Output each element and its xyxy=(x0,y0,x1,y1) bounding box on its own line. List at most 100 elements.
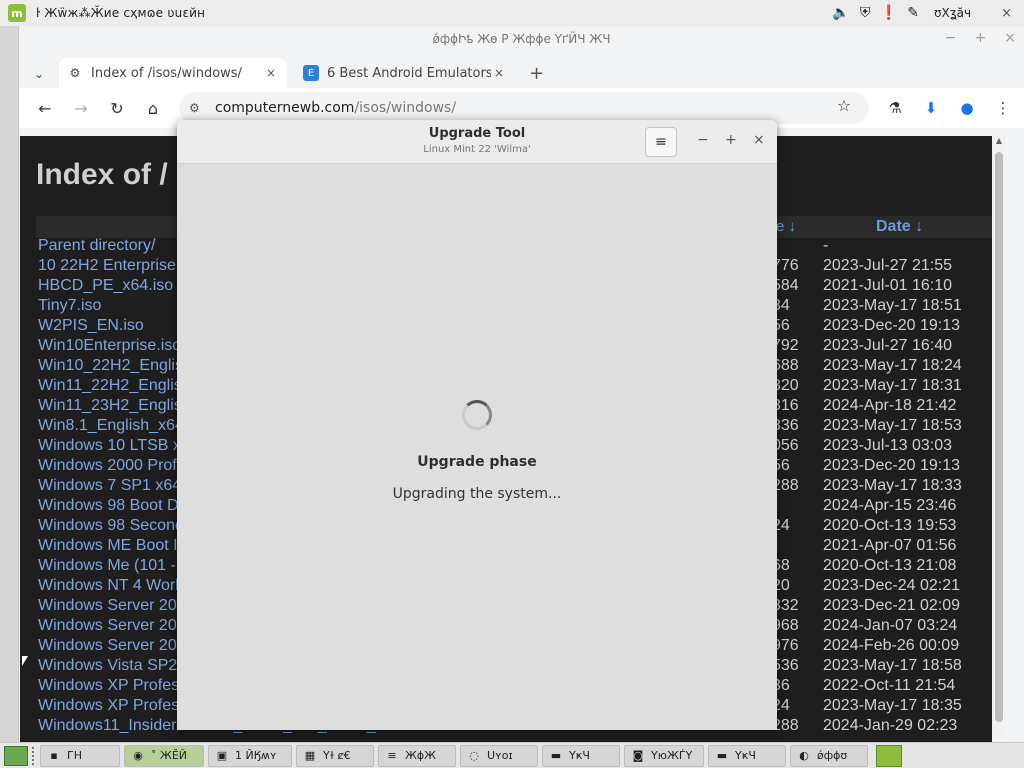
file-link[interactable]: Windows NT 4 Work xyxy=(38,577,183,595)
tab-close-icon[interactable]: × xyxy=(491,66,507,80)
taskbar-task[interactable]: ◉ ˚ ЖӖЙ xyxy=(124,744,204,767)
upgrade-tool-dialog: Upgrade Tool Linux Mint 22 'Wilma' ≡ − +… xyxy=(177,120,777,730)
volume-icon[interactable]: 🔈 xyxy=(832,4,850,22)
back-button[interactable]: ← xyxy=(27,92,63,124)
new-tab-button[interactable]: + xyxy=(529,58,544,88)
date-column-header[interactable]: Date ↓ xyxy=(876,218,923,236)
panel-close-icon[interactable]: × xyxy=(1001,6,1012,21)
file-link[interactable]: Windows XP Profes xyxy=(38,697,179,715)
file-link[interactable]: Parent directory/ xyxy=(38,237,155,255)
browser-close-button[interactable]: × xyxy=(1004,30,1016,46)
url-path: /isos/windows/ xyxy=(354,100,457,116)
file-date: 2023-Dec-24 02:21 xyxy=(823,577,960,594)
scroll-thumb[interactable] xyxy=(995,152,1003,722)
task-label: YҝЧ xyxy=(735,749,756,762)
file-link[interactable]: Win10Enterprise.iso xyxy=(38,337,181,355)
bookmark-star-icon[interactable]: ☆ xyxy=(832,96,856,115)
dialog-close-button[interactable]: × xyxy=(753,132,765,148)
file-link[interactable]: Windows 98 Second xyxy=(38,517,184,535)
scroll-up-icon[interactable]: ▲ xyxy=(992,136,1006,150)
file-date: 2021-Apr-07 01:56 xyxy=(823,537,957,554)
page-scrollbar[interactable]: ▲ xyxy=(992,136,1006,742)
download-icon[interactable]: ⬇ xyxy=(916,92,946,124)
taskbar-task[interactable]: ◐ ǿфɸʊ xyxy=(790,744,868,767)
file-date: 2023-May-17 18:31 xyxy=(823,377,962,394)
show-desktop-button[interactable] xyxy=(4,745,28,766)
taskbar-task[interactable]: ▬ YҝЧ xyxy=(542,744,620,767)
system-menu-text[interactable]: ŀ Жẅж⁂Ӂиe cҳмɷe ʋuɛйн xyxy=(36,6,205,20)
browser-menu-icon[interactable]: ⋮ xyxy=(988,92,1018,124)
task-app-icon: ▦ xyxy=(304,749,316,762)
hamburger-menu-icon[interactable]: ≡ xyxy=(645,127,677,157)
taskbar-separator xyxy=(32,746,36,765)
tab-bar: ⌄ ⚙ Index of /isos/windows/ × E 6 Best A… xyxy=(19,52,1024,88)
taskbar-task[interactable]: ◌ Uʏoɪ xyxy=(460,744,538,767)
site-info-icon[interactable]: ⚙ xyxy=(189,101,205,115)
taskbar-task[interactable]: ▣ 1 ЙӃʍʏ xyxy=(208,744,292,767)
taskbar-task[interactable]: ≡ ЖϕЖ xyxy=(378,744,456,767)
file-date: 2023-Jul-13 03:03 xyxy=(823,437,952,454)
file-link[interactable]: Windows Server 20 xyxy=(38,617,177,635)
browser-maximize-button[interactable]: + xyxy=(975,30,987,46)
system-clock[interactable]: ʊХʓӑч xyxy=(934,6,971,20)
tab-search-dropdown[interactable]: ⌄ xyxy=(27,60,51,88)
taskbar-task[interactable]: ▬ YҝЧ xyxy=(708,744,786,767)
file-link[interactable]: Windows 7 SP1 x64 xyxy=(38,477,181,495)
shield-icon[interactable]: ⛨ xyxy=(856,4,874,22)
file-link[interactable]: W2PIS_EN.iso xyxy=(38,317,144,335)
tab-label: 6 Best Android Emulators Fo xyxy=(327,65,491,81)
tab-android-emulators[interactable]: E 6 Best Android Emulators Fo × xyxy=(295,58,515,88)
taskbar-task[interactable]: ▦ Yɫ ȼ€ xyxy=(296,744,374,767)
taskbar-task[interactable]: ▪ ГН xyxy=(40,744,120,767)
file-date: 2022-Oct-11 21:54 xyxy=(823,677,956,694)
file-link[interactable]: Windows Server 20 xyxy=(38,637,177,655)
taskbar-task[interactable]: ◙ YюЖЃY xyxy=(624,744,704,767)
edit-icon[interactable]: ✎ xyxy=(904,4,922,22)
size-column-header[interactable]: e ↓ xyxy=(776,218,796,235)
tab-close-icon[interactable]: × xyxy=(263,66,279,80)
task-label: ЖϕЖ xyxy=(405,749,436,762)
file-link[interactable]: Win11_23H2_Englis xyxy=(38,397,182,415)
home-button[interactable]: ⌂ xyxy=(135,92,171,124)
warning-icon[interactable]: ❗ xyxy=(880,4,898,22)
taskbar: ▪ ГН ◉ ˚ ЖӖЙ ▣ 1 ЙӃʍʏ ▦ Yɫ ȼ€ ≡ ЖϕЖ ◌ Uʏoɪ ▬ YҝЧ ◙ YюЖЃ… xyxy=(0,742,1024,768)
browser-minimize-button[interactable]: − xyxy=(945,30,957,46)
forward-button[interactable]: → xyxy=(63,92,99,124)
file-date: 2023-Dec-20 19:13 xyxy=(823,317,960,334)
profile-avatar-icon[interactable]: ● xyxy=(952,92,982,124)
tab-index-of-isos[interactable]: ⚙ Index of /isos/windows/ × xyxy=(59,58,287,88)
file-date: 2023-May-17 18:51 xyxy=(823,297,962,314)
dialog-maximize-button[interactable]: + xyxy=(725,132,737,148)
file-link[interactable]: Tiny7.iso xyxy=(38,297,101,315)
file-link[interactable]: Windows Me (101 - xyxy=(38,557,176,575)
task-app-icon: ▬ xyxy=(550,749,562,762)
page-title: Index of / xyxy=(36,158,168,191)
file-link[interactable]: Win10_22H2_Englis xyxy=(38,357,183,375)
file-date: 2023-Jul-27 21:55 xyxy=(823,257,952,274)
reload-button[interactable]: ↻ xyxy=(99,92,135,124)
file-link[interactable]: Windows ME Boot I xyxy=(38,537,178,555)
labs-flask-icon[interactable]: ⚗ xyxy=(880,92,910,124)
task-app-icon: ◌ xyxy=(469,749,479,762)
file-link[interactable]: Windows XP Profes xyxy=(38,677,179,695)
file-link[interactable]: Windows 2000 Prof xyxy=(38,457,177,475)
tab-label: Index of /isos/windows/ xyxy=(91,65,242,81)
task-label: Uʏoɪ xyxy=(487,749,513,762)
dialog-minimize-button[interactable]: − xyxy=(697,132,709,148)
workspace-switcher[interactable] xyxy=(876,744,902,767)
task-app-icon: ▬ xyxy=(716,749,728,762)
task-label: YюЖЃY xyxy=(651,749,693,762)
browser-window-title: ǿфɸԻҍ Жɵ Ρ Жфɸе ҮґӤЧ ЖЧ xyxy=(432,32,611,46)
file-link[interactable]: Windows Vista SP2 xyxy=(38,657,177,675)
file-date: 2023-May-17 18:58 xyxy=(823,657,962,674)
file-link[interactable]: Win8.1_English_x64 xyxy=(38,417,184,435)
mint-menu-icon[interactable]: m xyxy=(8,4,26,22)
upgrade-phase-label: Upgrade phase xyxy=(417,454,537,470)
file-link[interactable]: HBCD_PE_x64.iso xyxy=(38,277,173,295)
file-link[interactable]: Windows 10 LTSB x xyxy=(38,437,181,455)
file-link[interactable]: 10 22H2 Enterprise xyxy=(38,257,176,275)
file-link[interactable]: Windows 98 Boot D xyxy=(38,497,179,515)
file-link[interactable]: Win11_22H2_Englis xyxy=(38,377,182,395)
file-link[interactable]: Windows Server 20 xyxy=(38,597,177,615)
loading-spinner-icon xyxy=(462,400,492,430)
